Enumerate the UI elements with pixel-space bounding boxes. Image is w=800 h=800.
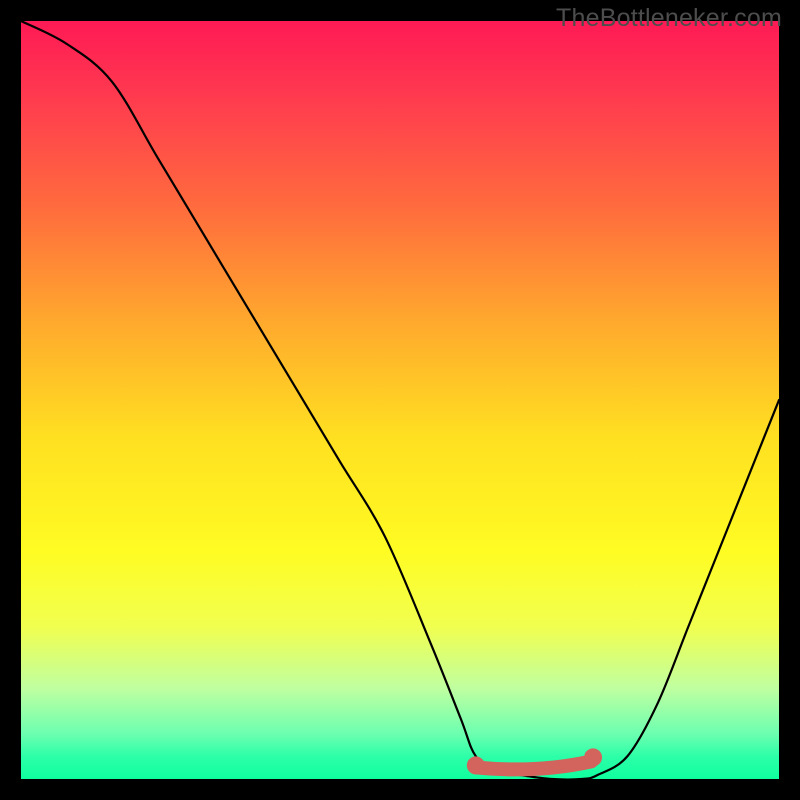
chart-svg bbox=[21, 21, 779, 779]
highlight-end-dot bbox=[584, 748, 602, 766]
bottleneck-curve bbox=[21, 21, 779, 779]
watermark-text: TheBottleneker.com bbox=[556, 4, 782, 33]
chart-area bbox=[21, 21, 779, 779]
highlight-segment bbox=[476, 761, 591, 769]
highlight-start-dot bbox=[467, 756, 485, 774]
